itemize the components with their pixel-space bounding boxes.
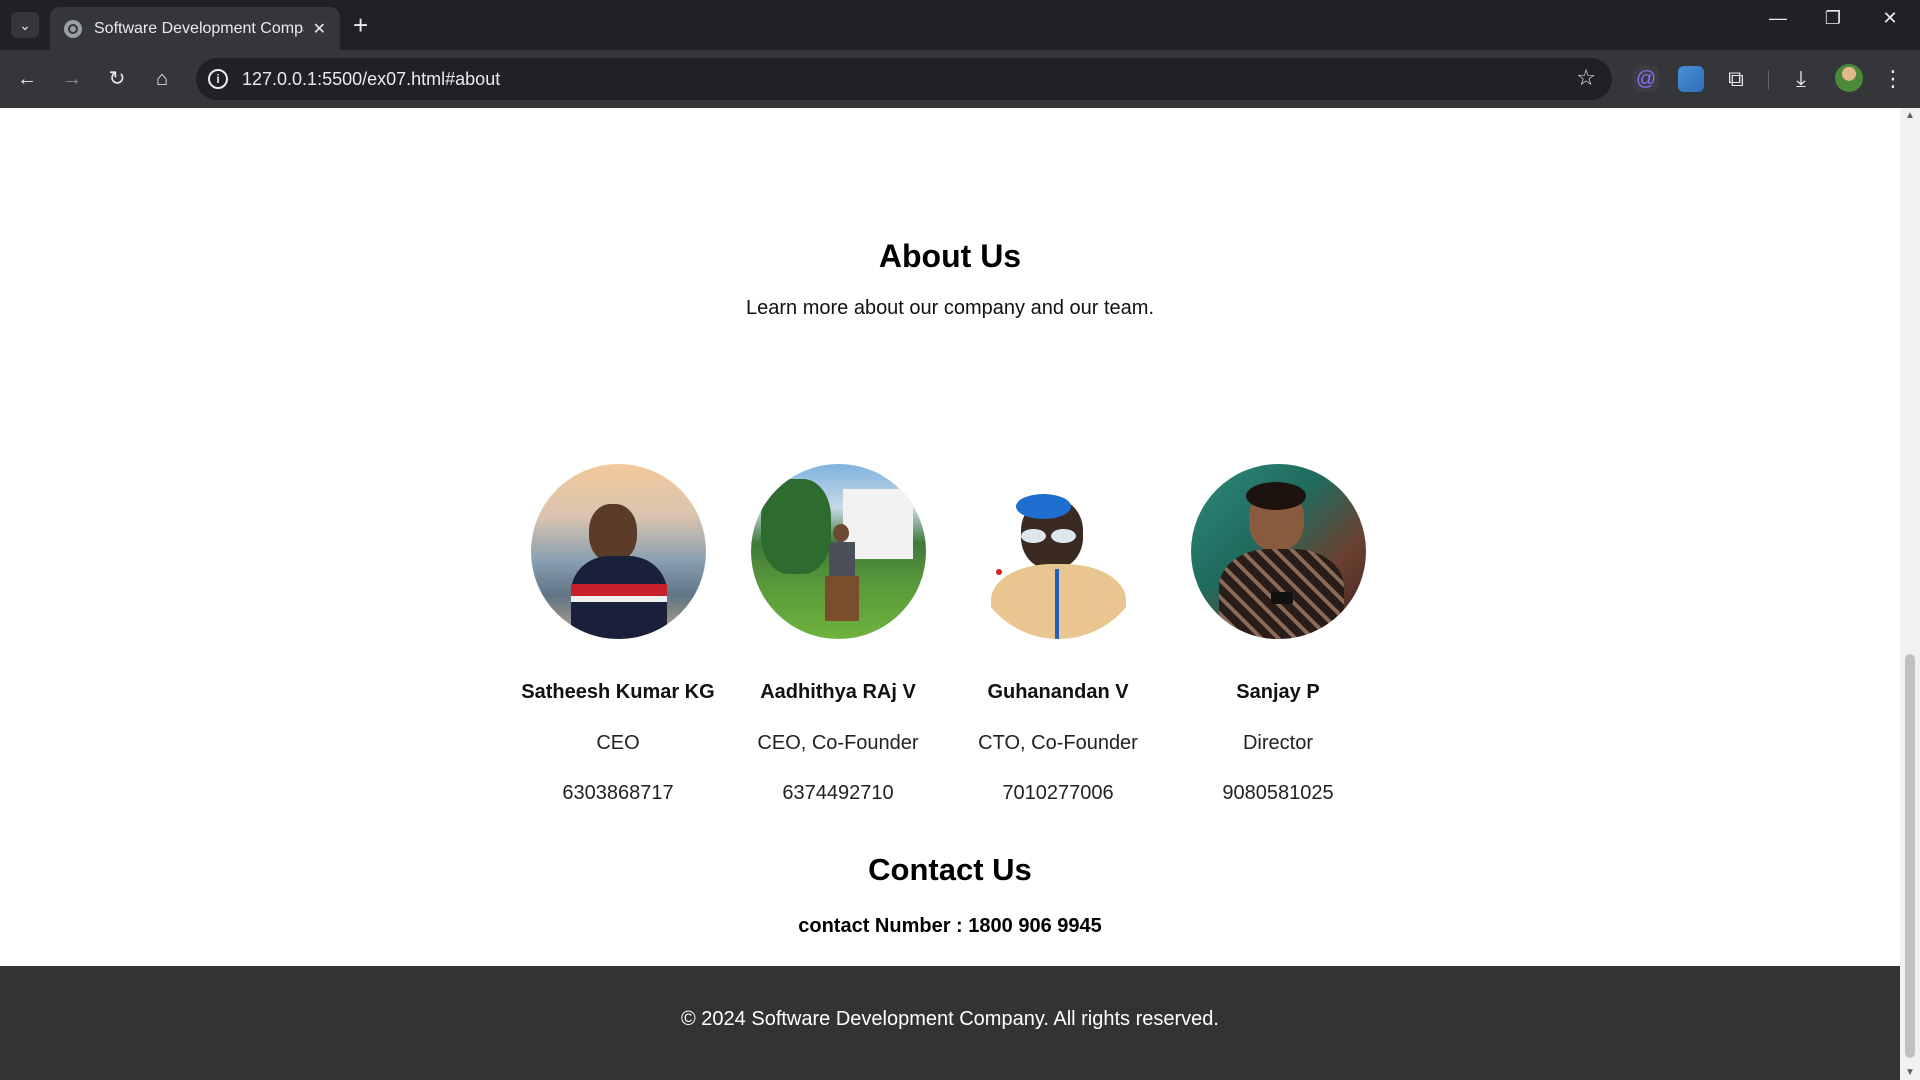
- team-member-card: Sanjay P Director 9080581025: [1168, 464, 1388, 805]
- site-info-icon[interactable]: i: [208, 69, 228, 89]
- member-photo: [1190, 464, 1366, 639]
- site-footer: © 2024 Software Development Company. All…: [0, 966, 1900, 1080]
- member-photo: [530, 464, 706, 639]
- contact-heading: Contact Us: [868, 852, 1032, 887]
- toolbar-divider: [1768, 70, 1769, 90]
- member-name: Guhanandan V: [987, 681, 1129, 703]
- extension-at-icon[interactable]: @: [1633, 66, 1659, 92]
- back-button[interactable]: ←: [12, 64, 42, 94]
- team-grid: Satheesh Kumar KG CEO 6303868717 Aadhith…: [508, 464, 1388, 805]
- bookmark-star-icon[interactable]: ☆: [1576, 65, 1596, 91]
- page-scrollbar[interactable]: ▲ ▼: [1900, 108, 1920, 1080]
- about-heading: About Us: [878, 238, 1022, 274]
- scrollbar-thumb[interactable]: [1905, 654, 1915, 1058]
- member-name: Aadhithya RAj V: [760, 681, 916, 703]
- member-role: CTO, Co-Founder: [978, 732, 1138, 754]
- forward-button[interactable]: →: [57, 64, 87, 94]
- reload-button[interactable]: ↻: [102, 64, 132, 94]
- team-member-card: Guhanandan V CTO, Co-Founder 7010277006: [948, 464, 1168, 805]
- member-role: Director: [1242, 732, 1313, 754]
- tab-search-button[interactable]: ⌄: [11, 12, 39, 38]
- member-name: Satheesh Kumar KG: [521, 681, 715, 703]
- about-subtitle: Learn more about our company and our tea…: [745, 297, 1155, 319]
- footer-copyright: © 2024 Software Development Company. All…: [681, 1008, 1219, 1030]
- member-phone: 9080581025: [1222, 782, 1334, 804]
- tab-title: Software Development Compar: [94, 19, 304, 37]
- extension-image-icon[interactable]: [1678, 66, 1704, 92]
- extensions-puzzle-icon[interactable]: ⧉: [1723, 66, 1749, 92]
- contact-number: contact Number : 1800 906 9945: [798, 915, 1102, 937]
- close-window-button[interactable]: ✕: [1870, 8, 1910, 29]
- home-button[interactable]: ⌂: [147, 64, 177, 94]
- team-member-card: Aadhithya RAj V CEO, Co-Founder 63744927…: [728, 464, 948, 805]
- member-name: Sanjay P: [1236, 681, 1320, 703]
- download-icon[interactable]: ⤓: [1788, 66, 1814, 92]
- tab-close-icon[interactable]: ✕: [313, 19, 326, 39]
- member-phone: 6374492710: [782, 782, 894, 804]
- member-role: CEO, Co-Founder: [757, 732, 919, 754]
- chevron-down-icon: ⌄: [19, 16, 31, 33]
- url-text[interactable]: 127.0.0.1:5500/ex07.html#about: [242, 69, 500, 90]
- member-phone: 7010277006: [1002, 782, 1114, 804]
- scroll-up-arrow-icon[interactable]: ▲: [1905, 110, 1915, 121]
- member-photo: [750, 464, 926, 639]
- globe-icon: [64, 19, 82, 38]
- team-member-card: Satheesh Kumar KG CEO 6303868717: [508, 464, 728, 805]
- new-tab-button[interactable]: +: [353, 10, 368, 40]
- browser-tab[interactable]: Software Development Compar ✕: [50, 7, 340, 50]
- address-bar[interactable]: i 127.0.0.1:5500/ex07.html#about ☆: [196, 58, 1612, 100]
- minimize-button[interactable]: —: [1758, 8, 1798, 29]
- page-viewport: About Us Learn more about our company an…: [0, 108, 1900, 1080]
- browser-titlebar: ⌄ Software Development Compar ✕ + — ❐ ✕: [0, 0, 1920, 50]
- member-role: CEO: [596, 732, 640, 754]
- member-photo: [970, 464, 1146, 639]
- profile-avatar[interactable]: [1835, 64, 1863, 92]
- browser-menu-icon[interactable]: ⋮: [1880, 66, 1906, 92]
- restore-button[interactable]: ❐: [1813, 8, 1853, 29]
- member-phone: 6303868717: [562, 782, 674, 804]
- browser-toolbar: ← → ↻ ⌂ i 127.0.0.1:5500/ex07.html#about…: [0, 50, 1920, 108]
- scroll-down-arrow-icon[interactable]: ▼: [1905, 1067, 1915, 1078]
